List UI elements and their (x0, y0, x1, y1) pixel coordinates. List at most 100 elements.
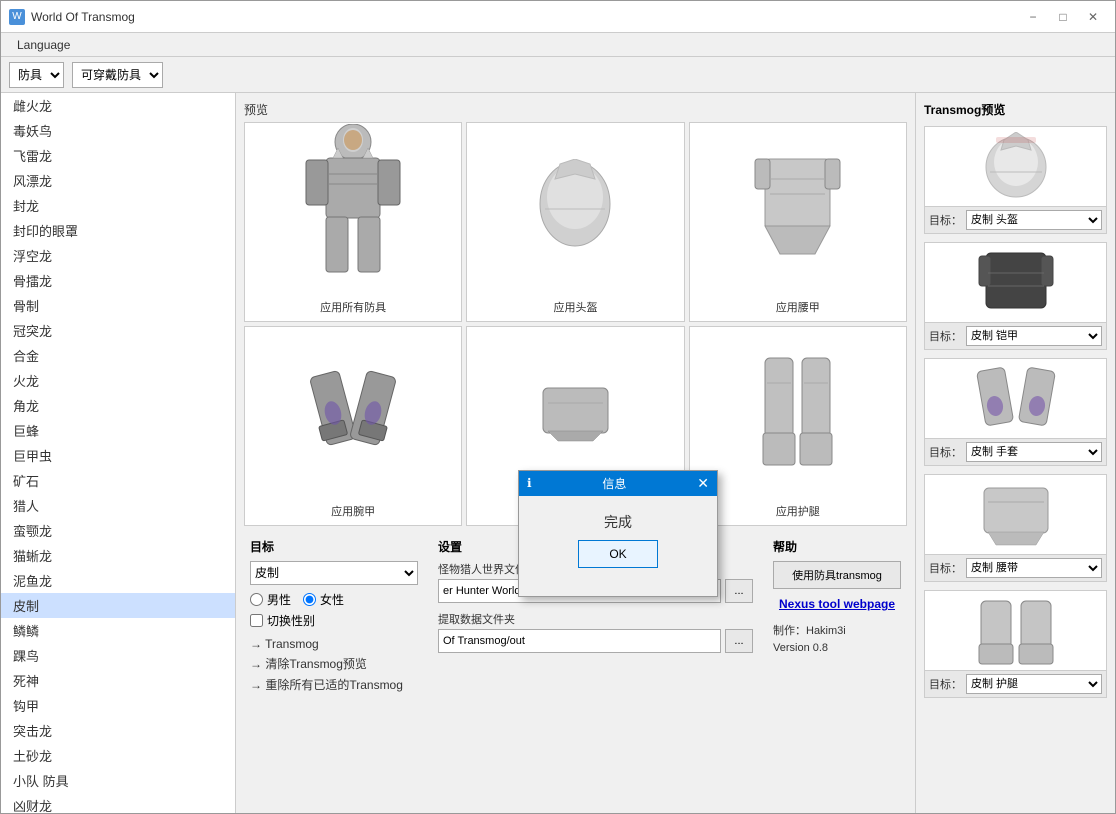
help-section-label: 帮助 (773, 538, 901, 555)
list-item[interactable]: 巨甲虫 (1, 443, 235, 468)
list-item[interactable]: 封龙 (1, 193, 235, 218)
female-radio[interactable] (303, 593, 316, 606)
clear-transmog-action[interactable]: → 清除Transmog预览 (250, 655, 418, 672)
help-section: 帮助 使用防具transmog Nexus tool webpage 制作：Ha… (767, 532, 907, 805)
list-item[interactable]: 小队 防具 (1, 768, 235, 793)
main-window: W World Of Transmog − □ ✕ Language 防具 武器… (0, 0, 1116, 814)
preview-grid: 应用所有防具 (244, 122, 907, 526)
list-item[interactable]: 土砂龙 (1, 743, 235, 768)
filter2-select[interactable]: 可穿戴防具 全部防具 (72, 62, 163, 88)
preview-cell-label-legs[interactable]: 应用护腿 (690, 501, 906, 521)
filter1-select[interactable]: 防具 武器 (9, 62, 64, 88)
preview-cell-all[interactable]: 应用所有防具 (244, 122, 462, 322)
list-item[interactable]: 封印的眼罩 (1, 218, 235, 243)
window-title: World Of Transmog (31, 10, 135, 24)
output-browse-btn[interactable]: ... (725, 629, 753, 653)
preview-cell-label-arms[interactable]: 应用腕甲 (245, 501, 461, 521)
maximize-button[interactable]: □ (1049, 6, 1077, 28)
transmog-slot-waist-label: 目标： 皮制 腰带 (925, 555, 1106, 581)
list-item[interactable]: 凶财龙 (1, 793, 235, 813)
close-button[interactable]: ✕ (1079, 6, 1107, 28)
dialog-close-btn[interactable]: ✕ (697, 476, 709, 490)
list-item[interactable]: 突击龙 (1, 718, 235, 743)
male-label: 男性 (267, 591, 291, 608)
list-item[interactable]: 合金 (1, 343, 235, 368)
transmog-waist-select[interactable]: 皮制 腰带 (966, 558, 1102, 578)
list-item[interactable]: 角龙 (1, 393, 235, 418)
transmog-slot-head-label: 目标： 皮制 头盔 (925, 207, 1106, 233)
menu-bar: Language (1, 33, 1115, 57)
preview-cell-head[interactable]: 应用头盔 (466, 122, 684, 322)
preview-cell-label-head[interactable]: 应用头盔 (467, 297, 683, 317)
transmog-waist-preview (925, 475, 1106, 555)
preview-cell-label-all[interactable]: 应用所有防具 (245, 297, 461, 317)
transmog-legs-preview (925, 591, 1106, 671)
preview-arms-img (245, 327, 461, 499)
female-radio-label[interactable]: 女性 (303, 591, 344, 608)
list-item[interactable]: 泥鱼龙 (1, 568, 235, 593)
dialog-title-text: 信息 (602, 475, 626, 492)
male-radio-label[interactable]: 男性 (250, 591, 291, 608)
list-item[interactable]: 蛮颚龙 (1, 518, 235, 543)
preview-cell-label-chest[interactable]: 应用腰甲 (690, 297, 906, 317)
list-item[interactable]: 踝鸟 (1, 643, 235, 668)
transmog-slot-arms: 目标： 皮制 手套 (924, 358, 1107, 466)
list-item[interactable]: 钩甲 (1, 693, 235, 718)
left-panel: 雌火龙 毒妖鸟 飞雷龙 风漂龙 封龙 封印的眼罩 浮空龙 骨擂龙 骨制 冠突龙 … (1, 93, 236, 813)
action-links: → Transmog → 清除Transmog预览 → 重除所有已适的Trans… (250, 637, 418, 693)
list-item[interactable]: 鳞鳞 (1, 618, 235, 643)
transmog-slot-waist: 目标： 皮制 腰带 (924, 474, 1107, 582)
list-item[interactable]: 毒妖鸟 (1, 118, 235, 143)
list-item[interactable]: 巨蜂 (1, 418, 235, 443)
preview-cell-chest[interactable]: 应用腰甲 (689, 122, 907, 322)
credit-text: 制作：Hakim3i (773, 623, 901, 640)
list-item[interactable]: 冠突龙 (1, 318, 235, 343)
help-button[interactable]: 使用防具transmog (773, 561, 901, 589)
preview-head-img (467, 123, 683, 295)
list-item[interactable]: 死神 (1, 668, 235, 693)
list-item[interactable]: 风漂龙 (1, 168, 235, 193)
male-radio[interactable] (250, 593, 263, 606)
list-item[interactable]: 猎人 (1, 493, 235, 518)
transmog-head-select[interactable]: 皮制 头盔 (966, 210, 1102, 230)
list-item[interactable]: 雌火龙 (1, 93, 235, 118)
app-icon: W (9, 9, 25, 25)
armor-list[interactable]: 雌火龙 毒妖鸟 飞雷龙 风漂龙 封龙 封印的眼罩 浮空龙 骨擂龙 骨制 冠突龙 … (1, 93, 235, 813)
list-item-selected[interactable]: 皮制 (1, 593, 235, 618)
target-label-legs: 目标： (929, 676, 962, 692)
transmog-arms-select[interactable]: 皮制 手套 (966, 442, 1102, 462)
switch-gender-checkbox[interactable] (250, 614, 263, 627)
language-menu[interactable]: Language (9, 36, 78, 54)
minimize-button[interactable]: − (1019, 6, 1047, 28)
list-item[interactable]: 矿石 (1, 468, 235, 493)
transmog-action[interactable]: → Transmog (250, 637, 418, 651)
switch-gender-label[interactable]: 切换性别 (250, 612, 418, 629)
version-info: 制作：Hakim3i Version 0.8 (773, 623, 901, 656)
nexus-link[interactable]: Nexus tool webpage (773, 597, 901, 611)
list-item[interactable]: 骨擂龙 (1, 268, 235, 293)
preview-legs-img (690, 327, 906, 499)
target-select[interactable]: 皮制 骨制 合金 火龙 (250, 561, 418, 585)
preview-cell-arms[interactable]: 应用腕甲 (244, 326, 462, 526)
list-item[interactable]: 飞雷龙 (1, 143, 235, 168)
preview-cell-legs[interactable]: 应用护腿 (689, 326, 907, 526)
remove-all-label: → 重除所有已适的Transmog (250, 676, 403, 693)
transmog-arms-preview (925, 359, 1106, 439)
folder-browse-btn[interactable]: ... (725, 579, 753, 603)
title-controls: − □ ✕ (1019, 6, 1107, 28)
transmog-slot-legs: 目标： 皮制 护腿 (924, 590, 1107, 698)
list-item[interactable]: 浮空龙 (1, 243, 235, 268)
transmog-legs-select[interactable]: 皮制 护腿 (966, 674, 1102, 694)
preview-chest-img (690, 123, 906, 295)
preview-label: 预览 (244, 101, 907, 118)
list-item[interactable]: 骨制 (1, 293, 235, 318)
output-input[interactable] (438, 629, 721, 653)
version-text: Version 0.8 (773, 640, 901, 657)
list-item[interactable]: 猫蜥龙 (1, 543, 235, 568)
title-bar: W World Of Transmog − □ ✕ (1, 1, 1115, 33)
preview-section: 预览 (244, 101, 907, 526)
transmog-chest-select[interactable]: 皮制 铠甲 (966, 326, 1102, 346)
list-item[interactable]: 火龙 (1, 368, 235, 393)
remove-all-transmog-action[interactable]: → 重除所有已适的Transmog (250, 676, 418, 693)
dialog-ok-button[interactable]: OK (578, 540, 658, 568)
